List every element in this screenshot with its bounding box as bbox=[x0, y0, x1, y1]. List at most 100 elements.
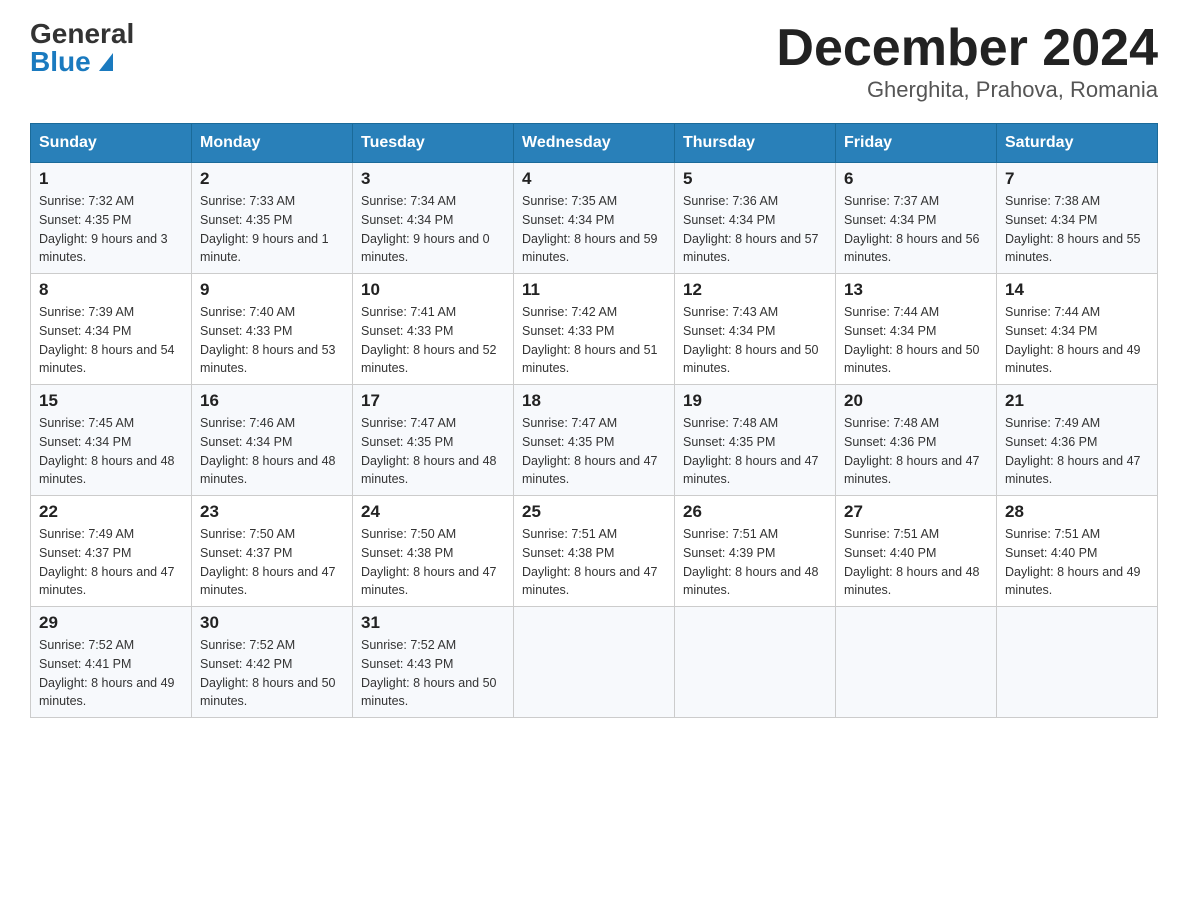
day-info: Sunrise: 7:38 AMSunset: 4:34 PMDaylight:… bbox=[1005, 192, 1149, 267]
day-info: Sunrise: 7:49 AMSunset: 4:37 PMDaylight:… bbox=[39, 525, 183, 600]
day-number: 7 bbox=[1005, 169, 1149, 189]
col-header-monday: Monday bbox=[192, 124, 353, 163]
day-info: Sunrise: 7:45 AMSunset: 4:34 PMDaylight:… bbox=[39, 414, 183, 489]
day-info: Sunrise: 7:48 AMSunset: 4:36 PMDaylight:… bbox=[844, 414, 988, 489]
day-info: Sunrise: 7:36 AMSunset: 4:34 PMDaylight:… bbox=[683, 192, 827, 267]
calendar-cell: 8 Sunrise: 7:39 AMSunset: 4:34 PMDaylight… bbox=[31, 274, 192, 385]
calendar-header-row: SundayMondayTuesdayWednesdayThursdayFrid… bbox=[31, 124, 1158, 163]
day-info: Sunrise: 7:49 AMSunset: 4:36 PMDaylight:… bbox=[1005, 414, 1149, 489]
calendar-cell: 29 Sunrise: 7:52 AMSunset: 4:41 PMDayligh… bbox=[31, 607, 192, 718]
day-number: 3 bbox=[361, 169, 505, 189]
day-info: Sunrise: 7:40 AMSunset: 4:33 PMDaylight:… bbox=[200, 303, 344, 378]
calendar-cell: 5 Sunrise: 7:36 AMSunset: 4:34 PMDaylight… bbox=[675, 163, 836, 274]
day-info: Sunrise: 7:32 AMSunset: 4:35 PMDaylight:… bbox=[39, 192, 183, 267]
calendar-cell: 11Sunrise: 7:42 AMSunset: 4:33 PMDayligh… bbox=[514, 274, 675, 385]
day-number: 4 bbox=[522, 169, 666, 189]
col-header-wednesday: Wednesday bbox=[514, 124, 675, 163]
day-info: Sunrise: 7:51 AMSunset: 4:40 PMDaylight:… bbox=[844, 525, 988, 600]
day-info: Sunrise: 7:50 AMSunset: 4:38 PMDaylight:… bbox=[361, 525, 505, 600]
calendar-week-row: 1 Sunrise: 7:32 AMSunset: 4:35 PMDaylight… bbox=[31, 163, 1158, 274]
day-number: 26 bbox=[683, 502, 827, 522]
day-info: Sunrise: 7:52 AMSunset: 4:41 PMDaylight:… bbox=[39, 636, 183, 711]
day-info: Sunrise: 7:47 AMSunset: 4:35 PMDaylight:… bbox=[522, 414, 666, 489]
col-header-saturday: Saturday bbox=[997, 124, 1158, 163]
calendar-cell: 15 Sunrise: 7:45 AMSunset: 4:34 PMDayligh… bbox=[31, 385, 192, 496]
page-subtitle: Gherghita, Prahova, Romania bbox=[776, 77, 1158, 103]
day-info: Sunrise: 7:42 AMSunset: 4:33 PMDaylight:… bbox=[522, 303, 666, 378]
day-info: Sunrise: 7:51 AMSunset: 4:39 PMDaylight:… bbox=[683, 525, 827, 600]
day-number: 17 bbox=[361, 391, 505, 411]
logo: General Blue bbox=[30, 20, 134, 76]
calendar-cell: 6Sunrise: 7:37 AMSunset: 4:34 PMDaylight… bbox=[836, 163, 997, 274]
day-number: 27 bbox=[844, 502, 988, 522]
calendar-cell: 30Sunrise: 7:52 AMSunset: 4:42 PMDayligh… bbox=[192, 607, 353, 718]
day-number: 28 bbox=[1005, 502, 1149, 522]
day-number: 1 bbox=[39, 169, 183, 189]
calendar-week-row: 8 Sunrise: 7:39 AMSunset: 4:34 PMDaylight… bbox=[31, 274, 1158, 385]
day-number: 20 bbox=[844, 391, 988, 411]
day-number: 24 bbox=[361, 502, 505, 522]
day-info: Sunrise: 7:46 AMSunset: 4:34 PMDaylight:… bbox=[200, 414, 344, 489]
calendar-cell: 12 Sunrise: 7:43 AMSunset: 4:34 PMDayligh… bbox=[675, 274, 836, 385]
page-title: December 2024 bbox=[776, 20, 1158, 77]
day-number: 10 bbox=[361, 280, 505, 300]
day-info: Sunrise: 7:43 AMSunset: 4:34 PMDaylight:… bbox=[683, 303, 827, 378]
calendar-cell: 1 Sunrise: 7:32 AMSunset: 4:35 PMDaylight… bbox=[31, 163, 192, 274]
calendar-cell: 24 Sunrise: 7:50 AMSunset: 4:38 PMDayligh… bbox=[353, 496, 514, 607]
day-number: 13 bbox=[844, 280, 988, 300]
day-info: Sunrise: 7:41 AMSunset: 4:33 PMDaylight:… bbox=[361, 303, 505, 378]
calendar-cell: 3 Sunrise: 7:34 AMSunset: 4:34 PMDaylight… bbox=[353, 163, 514, 274]
calendar-cell: 25Sunrise: 7:51 AMSunset: 4:38 PMDayligh… bbox=[514, 496, 675, 607]
calendar-cell: 31Sunrise: 7:52 AMSunset: 4:43 PMDayligh… bbox=[353, 607, 514, 718]
calendar-cell: 22 Sunrise: 7:49 AMSunset: 4:37 PMDayligh… bbox=[31, 496, 192, 607]
day-number: 30 bbox=[200, 613, 344, 633]
day-info: Sunrise: 7:34 AMSunset: 4:34 PMDaylight:… bbox=[361, 192, 505, 267]
day-info: Sunrise: 7:39 AMSunset: 4:34 PMDaylight:… bbox=[39, 303, 183, 378]
day-info: Sunrise: 7:33 AMSunset: 4:35 PMDaylight:… bbox=[200, 192, 344, 267]
day-number: 5 bbox=[683, 169, 827, 189]
day-info: Sunrise: 7:44 AMSunset: 4:34 PMDaylight:… bbox=[844, 303, 988, 378]
calendar-cell: 18 Sunrise: 7:47 AMSunset: 4:35 PMDayligh… bbox=[514, 385, 675, 496]
calendar-week-row: 22 Sunrise: 7:49 AMSunset: 4:37 PMDayligh… bbox=[31, 496, 1158, 607]
calendar-cell bbox=[997, 607, 1158, 718]
logo-blue-text: Blue bbox=[30, 48, 113, 76]
day-info: Sunrise: 7:48 AMSunset: 4:35 PMDaylight:… bbox=[683, 414, 827, 489]
calendar-cell: 20 Sunrise: 7:48 AMSunset: 4:36 PMDayligh… bbox=[836, 385, 997, 496]
calendar-week-row: 15 Sunrise: 7:45 AMSunset: 4:34 PMDayligh… bbox=[31, 385, 1158, 496]
day-number: 8 bbox=[39, 280, 183, 300]
col-header-thursday: Thursday bbox=[675, 124, 836, 163]
day-number: 15 bbox=[39, 391, 183, 411]
day-info: Sunrise: 7:47 AMSunset: 4:35 PMDaylight:… bbox=[361, 414, 505, 489]
day-info: Sunrise: 7:51 AMSunset: 4:40 PMDaylight:… bbox=[1005, 525, 1149, 600]
day-number: 22 bbox=[39, 502, 183, 522]
day-number: 25 bbox=[522, 502, 666, 522]
logo-general-text: General bbox=[30, 20, 134, 48]
day-number: 9 bbox=[200, 280, 344, 300]
day-number: 12 bbox=[683, 280, 827, 300]
day-number: 23 bbox=[200, 502, 344, 522]
calendar-cell: 23 Sunrise: 7:50 AMSunset: 4:37 PMDayligh… bbox=[192, 496, 353, 607]
day-number: 18 bbox=[522, 391, 666, 411]
calendar-cell: 10 Sunrise: 7:41 AMSunset: 4:33 PMDayligh… bbox=[353, 274, 514, 385]
day-number: 29 bbox=[39, 613, 183, 633]
day-number: 31 bbox=[361, 613, 505, 633]
calendar-table: SundayMondayTuesdayWednesdayThursdayFrid… bbox=[30, 123, 1158, 718]
calendar-week-row: 29 Sunrise: 7:52 AMSunset: 4:41 PMDayligh… bbox=[31, 607, 1158, 718]
calendar-cell: 19 Sunrise: 7:48 AMSunset: 4:35 PMDayligh… bbox=[675, 385, 836, 496]
day-info: Sunrise: 7:50 AMSunset: 4:37 PMDaylight:… bbox=[200, 525, 344, 600]
calendar-cell: 26 Sunrise: 7:51 AMSunset: 4:39 PMDayligh… bbox=[675, 496, 836, 607]
col-header-sunday: Sunday bbox=[31, 124, 192, 163]
day-number: 19 bbox=[683, 391, 827, 411]
calendar-cell: 16Sunrise: 7:46 AMSunset: 4:34 PMDayligh… bbox=[192, 385, 353, 496]
calendar-cell: 27 Sunrise: 7:51 AMSunset: 4:40 PMDayligh… bbox=[836, 496, 997, 607]
calendar-cell: 14Sunrise: 7:44 AMSunset: 4:34 PMDayligh… bbox=[997, 274, 1158, 385]
calendar-cell: 17 Sunrise: 7:47 AMSunset: 4:35 PMDayligh… bbox=[353, 385, 514, 496]
title-block: December 2024 Gherghita, Prahova, Romani… bbox=[776, 20, 1158, 103]
day-info: Sunrise: 7:37 AMSunset: 4:34 PMDaylight:… bbox=[844, 192, 988, 267]
calendar-cell: 28 Sunrise: 7:51 AMSunset: 4:40 PMDayligh… bbox=[997, 496, 1158, 607]
col-header-tuesday: Tuesday bbox=[353, 124, 514, 163]
day-info: Sunrise: 7:44 AMSunset: 4:34 PMDaylight:… bbox=[1005, 303, 1149, 378]
calendar-cell: 21Sunrise: 7:49 AMSunset: 4:36 PMDayligh… bbox=[997, 385, 1158, 496]
calendar-cell: 7 Sunrise: 7:38 AMSunset: 4:34 PMDaylight… bbox=[997, 163, 1158, 274]
calendar-cell: 9 Sunrise: 7:40 AMSunset: 4:33 PMDaylight… bbox=[192, 274, 353, 385]
